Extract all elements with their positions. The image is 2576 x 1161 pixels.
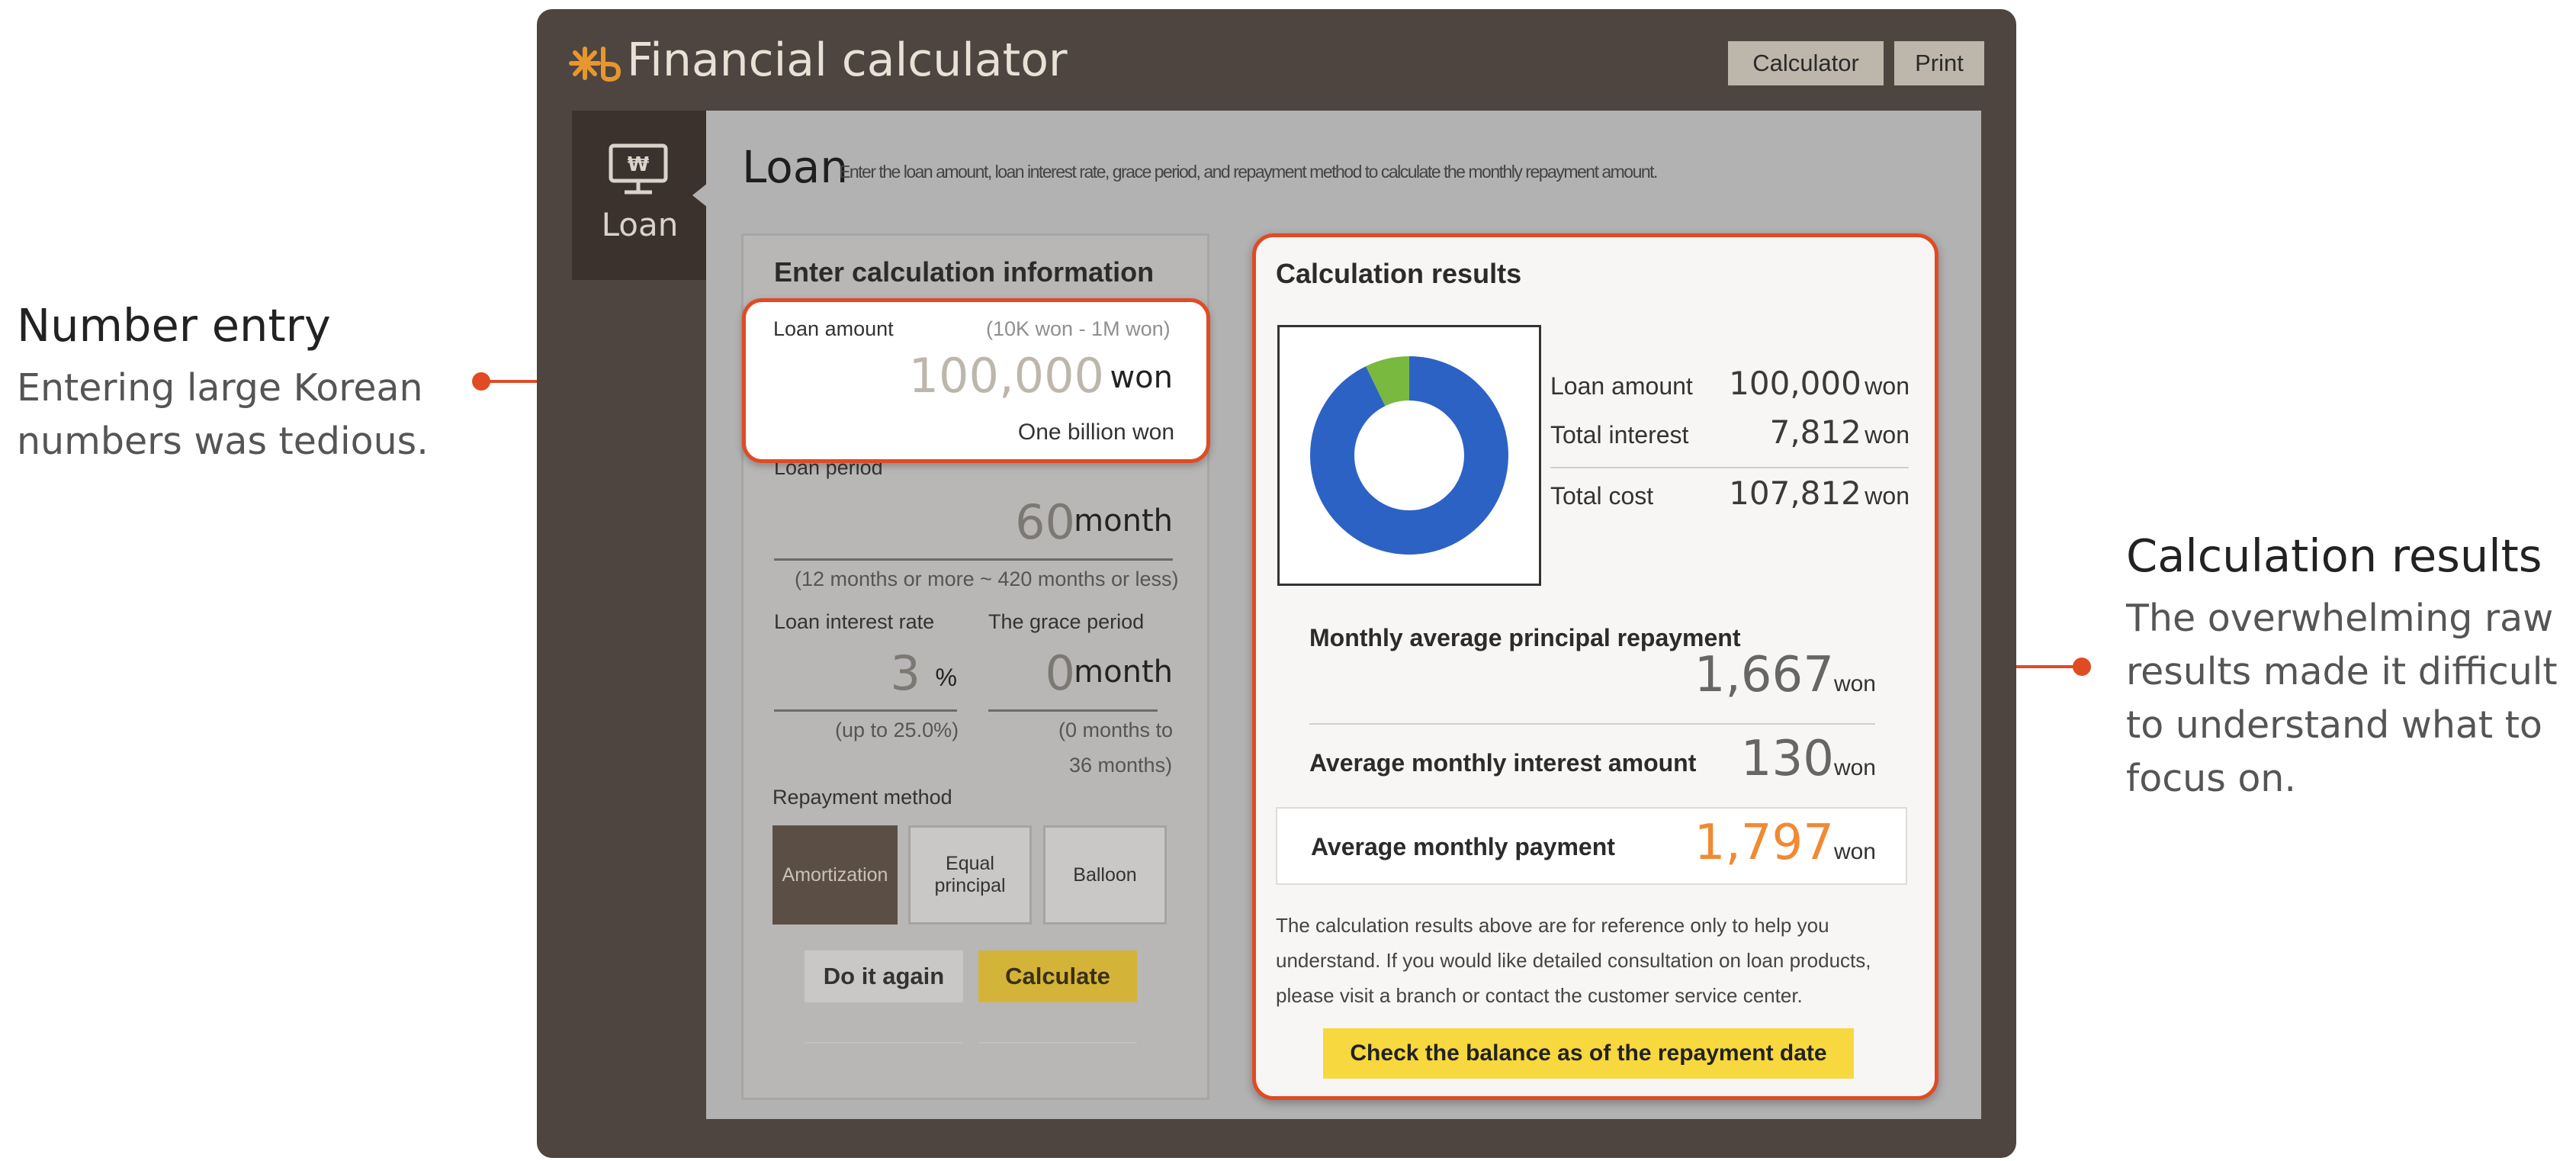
monthly-payment: 1,797won <box>1601 815 1876 871</box>
results-panel-title: Calculation results <box>1276 258 1522 289</box>
result-loan-amount-label: Loan amount <box>1550 372 1693 400</box>
monthly-principal-divider <box>1309 723 1875 725</box>
monthly-payment-unit: won <box>1833 839 1876 864</box>
monthly-interest-value: 130 <box>1740 731 1834 787</box>
repayment-equal-principal-button[interactable]: Equal principal <box>908 825 1032 925</box>
kb-logo-icon <box>569 47 622 82</box>
results-note-3: please visit a branch or contact the cus… <box>1276 984 1803 1007</box>
page-description: Enter the loan amount, loan interest rat… <box>839 162 1658 182</box>
results-note-1: The calculation results above are for re… <box>1276 914 1829 937</box>
result-total-cost-label: Total cost <box>1550 482 1654 510</box>
repayment-balloon-button[interactable]: Balloon <box>1043 825 1167 925</box>
loan-period-hint: (12 months or more ~ 420 months or less) <box>795 568 1179 590</box>
repayment-balloon-label: Balloon <box>1073 864 1137 886</box>
result-total-interest-unit: won <box>1865 421 1910 449</box>
repayment-amortization-label: Amortization <box>782 864 888 886</box>
donut-principal-segment <box>1310 356 1508 555</box>
check-balance-button[interactable]: Check the balance as of the repayment da… <box>1323 1028 1854 1079</box>
monthly-interest-unit: won <box>1833 755 1876 780</box>
donut-chart-box <box>1277 325 1541 586</box>
monthly-payment-value: 1,797 <box>1694 815 1834 871</box>
result-loan-amount-value: 100,000 <box>1729 365 1861 402</box>
loan-period-value: 60 <box>1015 494 1075 550</box>
repayment-amortization-button[interactable]: Amortization <box>772 825 898 925</box>
annotation-results-body-4: focus on. <box>2126 757 2296 800</box>
repayment-equal-label-1: Equal <box>946 853 994 874</box>
annotation-results-body-2: results made it difficult <box>2126 650 2558 693</box>
svg-text:₩: ₩ <box>628 153 650 176</box>
loan-amount-range: (10K won - 1M won) <box>986 317 1171 340</box>
result-total-interest-label: Total interest <box>1550 421 1689 449</box>
interest-rate-value: 3 <box>890 645 920 701</box>
grace-period-hint-2: 36 months) <box>1069 754 1173 777</box>
annotation-right-dot <box>2073 658 2091 676</box>
result-summary-divider <box>1550 467 1909 468</box>
do-again-shadow-divider <box>805 1042 963 1044</box>
loan-amount-input[interactable]: 100,000 won <box>773 348 1173 409</box>
loan-amount-value: 100,000 <box>908 348 1104 404</box>
grace-period-underline <box>988 709 1158 712</box>
input-panel-title: Enter calculation information <box>774 256 1155 288</box>
interest-rate-input[interactable]: 3 % <box>774 645 957 706</box>
result-total-interest: 7,812 won <box>1678 413 1910 451</box>
grace-period-input[interactable]: 0 month <box>988 645 1173 706</box>
app-title: Financial calculator <box>627 34 1068 87</box>
grace-period-unit: month <box>1074 654 1173 690</box>
result-total-cost-unit: won <box>1865 482 1910 510</box>
page-title: Loan <box>742 141 849 193</box>
repayment-equal-label-2: principal <box>934 875 1006 896</box>
loan-period-underline <box>774 558 1173 561</box>
interest-rate-unit: % <box>935 664 957 691</box>
print-button[interactable]: Print <box>1894 41 1984 85</box>
repayment-method-label: Repayment method <box>772 786 952 809</box>
monthly-principal-value: 1,667 <box>1694 647 1834 703</box>
calculate-button[interactable]: Calculate <box>978 950 1137 1002</box>
loan-period-input[interactable]: 60 month <box>774 494 1173 555</box>
do-it-again-button[interactable]: Do it again <box>805 950 963 1002</box>
loan-amount-unit: won <box>1110 360 1173 395</box>
loan-amount-korean-reading: One billion won <box>1017 420 1174 445</box>
loan-period-unit: month <box>1074 503 1173 539</box>
results-note-2: understand. If you would like detailed c… <box>1276 949 1871 972</box>
calculator-button[interactable]: Calculator <box>1728 41 1884 85</box>
loan-monitor-icon: ₩ <box>609 143 668 195</box>
monthly-interest: 130won <box>1601 731 1876 787</box>
result-loan-amount: 100,000 won <box>1678 365 1910 402</box>
interest-rate-label: Loan interest rate <box>774 610 935 633</box>
grace-period-value: 0 <box>1045 645 1075 701</box>
calculate-shadow-divider <box>978 1042 1137 1044</box>
annotation-number-entry-body-2: numbers was tedious. <box>17 420 429 463</box>
grace-period-hint-1: (0 months to <box>1058 719 1174 741</box>
interest-rate-hint: (up to 25.0%) <box>835 719 959 741</box>
interest-rate-underline <box>774 709 957 712</box>
annotation-number-entry-body-1: Entering large Korean <box>17 366 423 410</box>
loan-amount-label: Loan amount <box>773 317 894 340</box>
grace-period-label: The grace period <box>988 610 1145 633</box>
annotation-results-body-3: to understand what to <box>2126 703 2542 747</box>
tab-pointer-icon <box>692 183 708 207</box>
result-total-cost: 107,812 won <box>1678 474 1910 512</box>
sidebar-item-loan-label: Loan <box>601 206 679 243</box>
result-loan-amount-unit: won <box>1865 372 1910 400</box>
monthly-payment-label: Average monthly payment <box>1311 833 1615 860</box>
result-total-interest-value: 7,812 <box>1769 413 1861 451</box>
annotation-results-body-1: The overwhelming raw <box>2126 597 2554 640</box>
result-total-cost-value: 107,812 <box>1729 474 1861 512</box>
donut-chart <box>1310 356 1508 555</box>
annotation-number-entry-title: Number entry <box>17 299 331 352</box>
annotation-results-title: Calculation results <box>2126 529 2542 582</box>
monthly-principal-unit: won <box>1833 671 1876 696</box>
monthly-principal: 1,667won <box>1601 647 1876 703</box>
